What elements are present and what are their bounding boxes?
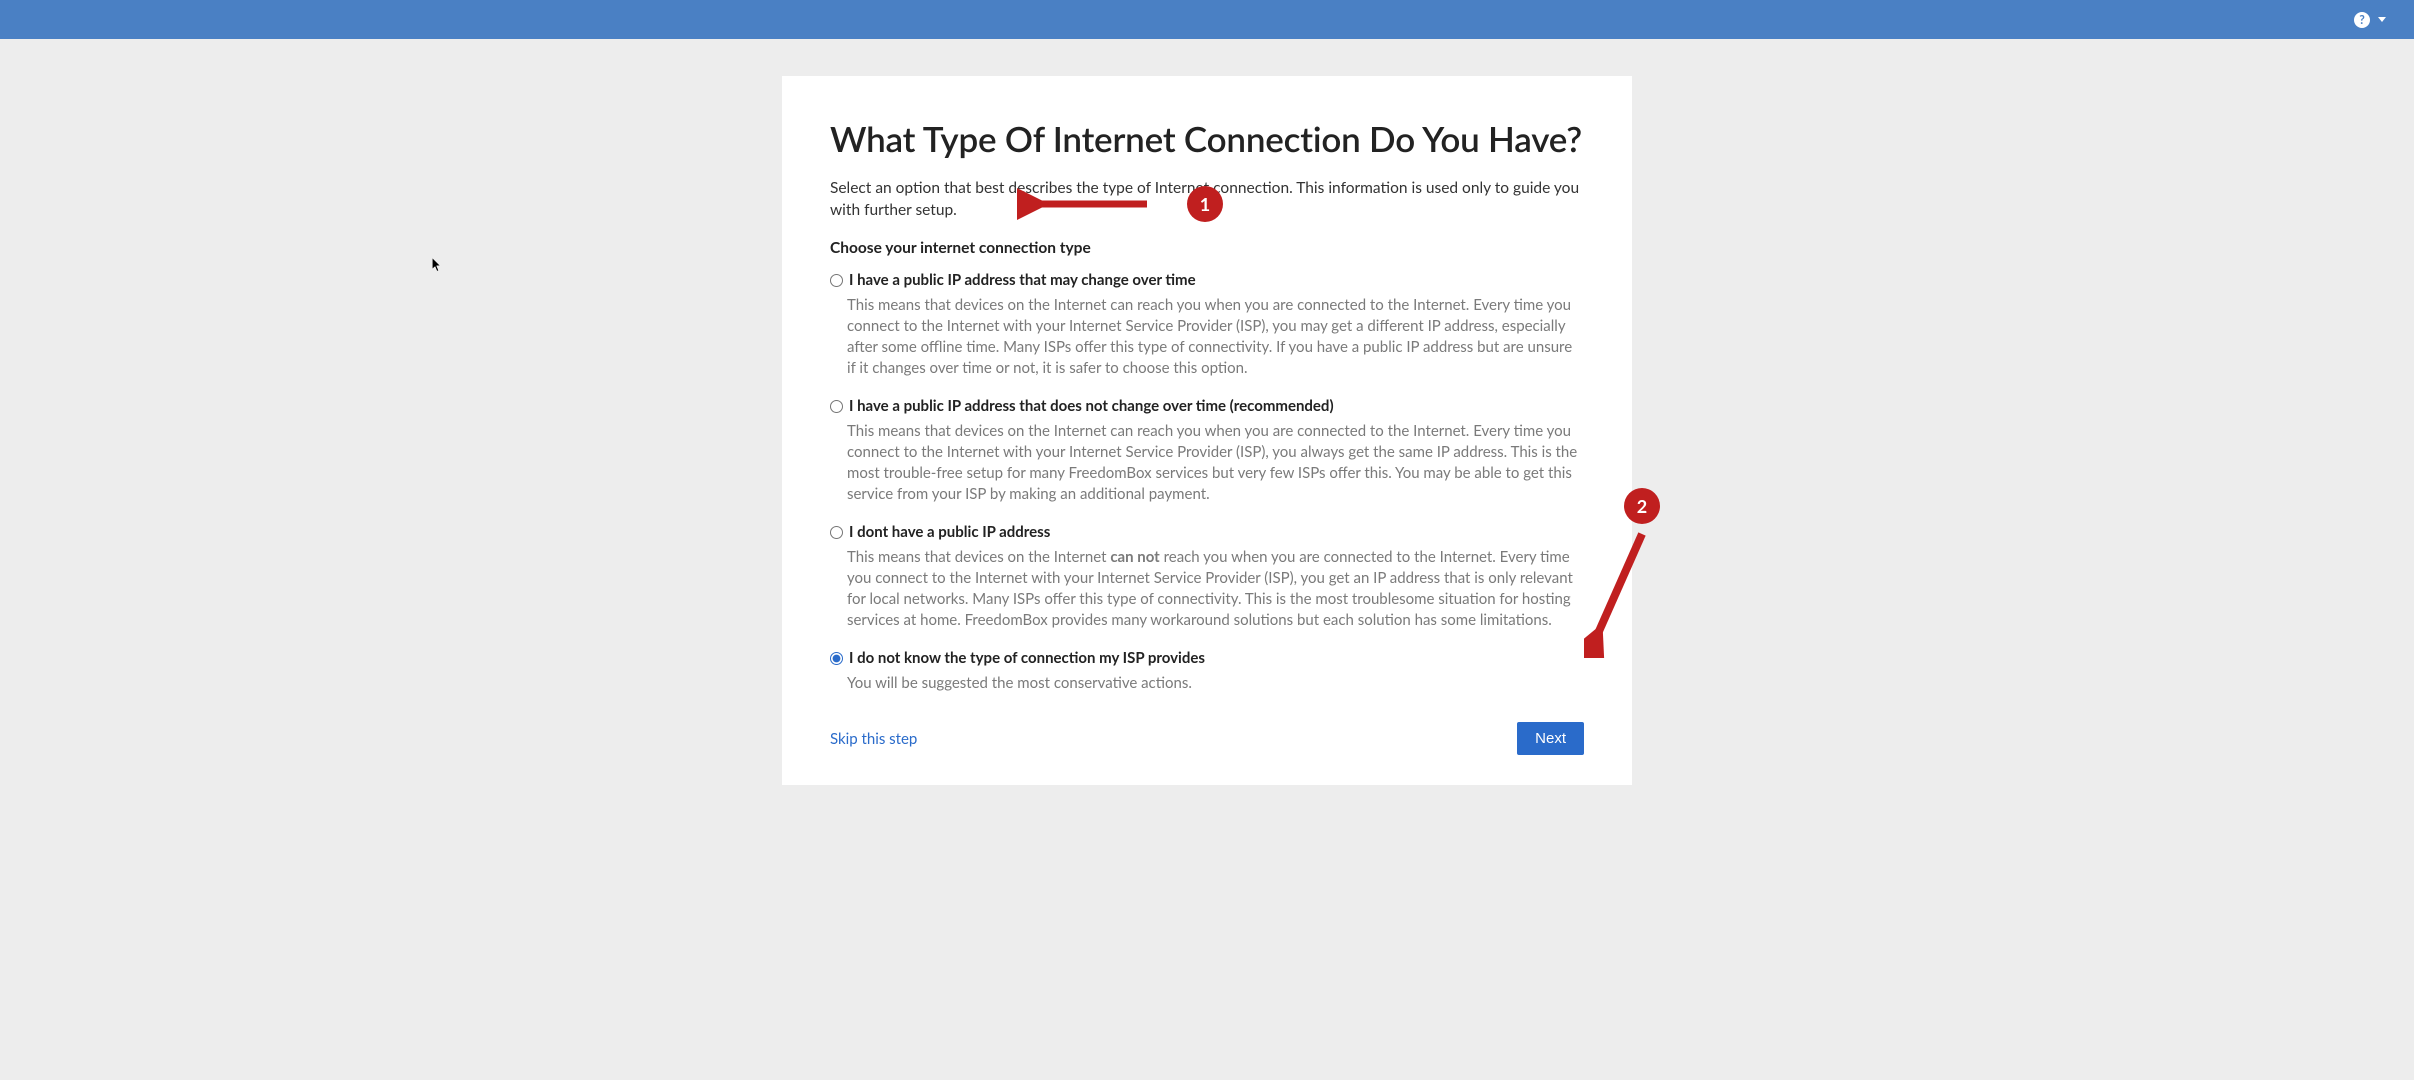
radio-unknown[interactable]: [830, 652, 843, 665]
help-icon: ?: [2354, 12, 2370, 28]
desc-segment: This means that devices on the Internet: [847, 548, 1110, 566]
option-row[interactable]: I have a public IP address that may chan…: [830, 271, 1584, 289]
option-description: This means that devices on the Internet …: [847, 547, 1584, 631]
desc-bold-segment: can not: [1110, 548, 1159, 566]
page-subtitle: Select an option that best describes the…: [830, 178, 1584, 221]
option-static-public-ip: I have a public IP address that does not…: [830, 397, 1584, 505]
option-no-public-ip: I dont have a public IP address This mea…: [830, 523, 1584, 631]
option-label: I have a public IP address that does not…: [849, 397, 1334, 415]
page-wrap: What Type Of Internet Connection Do You …: [0, 39, 2414, 785]
top-bar: ?: [0, 0, 2414, 39]
option-dynamic-public-ip: I have a public IP address that may chan…: [830, 271, 1584, 379]
option-row[interactable]: I do not know the type of connection my …: [830, 649, 1584, 667]
setup-card: What Type Of Internet Connection Do You …: [782, 76, 1632, 785]
help-menu[interactable]: ?: [2354, 12, 2386, 28]
option-description: This means that devices on the Internet …: [847, 421, 1584, 505]
next-button[interactable]: Next: [1517, 722, 1584, 755]
option-label: I have a public IP address that may chan…: [849, 271, 1196, 289]
radio-static-public-ip[interactable]: [830, 400, 843, 413]
option-unknown: I do not know the type of connection my …: [830, 649, 1584, 694]
radio-no-public-ip[interactable]: [830, 526, 843, 539]
chevron-down-icon: [2378, 17, 2386, 22]
annotation-badge: 2: [1624, 488, 1660, 524]
section-label: Choose your internet connection type: [830, 239, 1584, 257]
option-label: I dont have a public IP address: [849, 523, 1050, 541]
option-row[interactable]: I have a public IP address that does not…: [830, 397, 1584, 415]
annotation-2: 2: [1584, 488, 1694, 662]
option-row[interactable]: I dont have a public IP address: [830, 523, 1584, 541]
arrow-down-left-icon: [1584, 528, 1694, 658]
radio-dynamic-public-ip[interactable]: [830, 274, 843, 287]
option-description: This means that devices on the Internet …: [847, 295, 1584, 379]
skip-link[interactable]: Skip this step: [830, 730, 917, 748]
page-title: What Type Of Internet Connection Do You …: [830, 118, 1584, 160]
card-footer: Skip this step Next: [830, 722, 1584, 755]
option-description: You will be suggested the most conservat…: [847, 673, 1584, 694]
option-label: I do not know the type of connection my …: [849, 649, 1205, 667]
